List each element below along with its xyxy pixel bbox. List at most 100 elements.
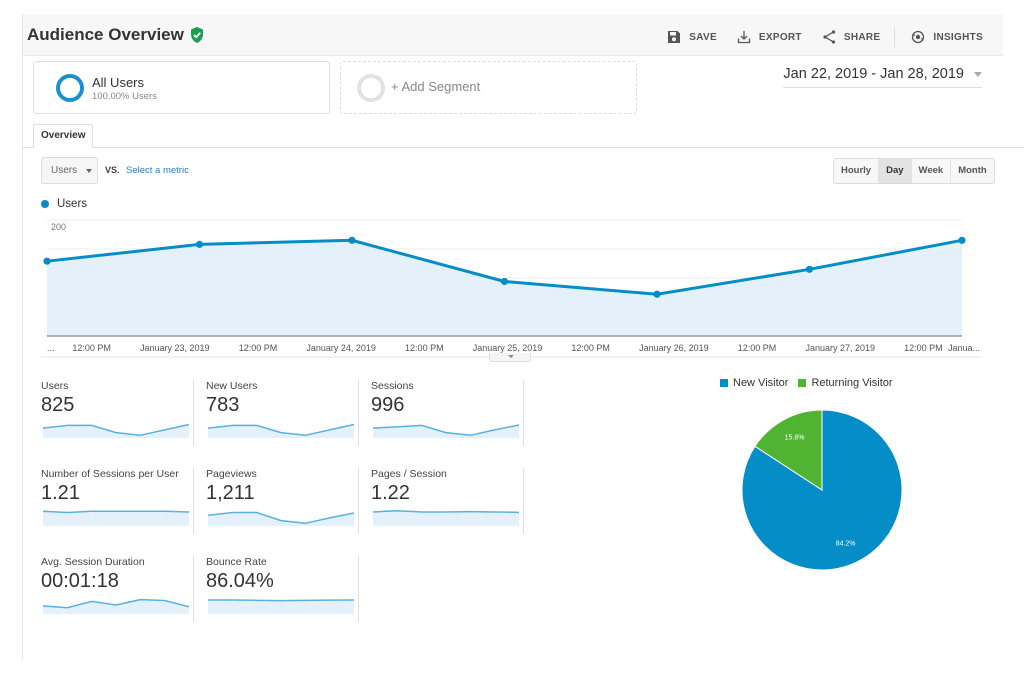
segment-name: All Users: [92, 75, 145, 90]
save-button[interactable]: SAVE: [667, 30, 717, 44]
data-point: [43, 257, 51, 265]
metric-value: 996: [371, 394, 405, 416]
sparkline-area: [43, 511, 189, 526]
week-button[interactable]: Week: [911, 159, 952, 183]
sparkline-area: [208, 424, 354, 438]
sparkline-area: [208, 599, 354, 614]
tile-divider: [523, 468, 524, 534]
x-tick-label: 12:00 PM: [239, 343, 278, 353]
metric-label: Number of Sessions per User: [41, 468, 179, 480]
chart-expand-handle[interactable]: [489, 353, 531, 362]
metric-tile[interactable]: Sessions 996: [353, 380, 519, 462]
hourly-button[interactable]: Hourly: [834, 159, 880, 183]
sparkline-area: [43, 424, 189, 438]
month-button[interactable]: Month: [951, 159, 994, 183]
data-point: [500, 277, 509, 286]
segment-all-users[interactable]: All Users 100.00% Users: [33, 61, 330, 114]
sparkline-area: [373, 510, 519, 526]
select-metric-link[interactable]: Select a metric: [126, 165, 189, 176]
x-tick-label: Janua...: [948, 343, 980, 353]
metric-tile[interactable]: Pages / Session 1.22: [353, 468, 519, 550]
sparkline-area: [208, 512, 354, 526]
x-tick-label: 12:00 PM: [405, 343, 444, 353]
x-tick-label: 12:00 PM: [72, 343, 111, 353]
x-tick-label: 12:00 PM: [738, 343, 777, 353]
metric-tile[interactable]: New Users 783: [188, 380, 354, 462]
empty-segment-ring-icon: [357, 74, 385, 102]
metric-value: 783: [206, 394, 240, 416]
date-range-text: Jan 22, 2019 - Jan 28, 2019: [783, 66, 964, 82]
metric-tile[interactable]: Number of Sessions per User 1.21: [23, 468, 189, 550]
metric-tile[interactable]: Avg. Session Duration 00:01:18: [23, 556, 189, 638]
data-point: [958, 236, 966, 244]
legend-swatch-returning: [798, 379, 807, 387]
data-point: [805, 265, 814, 273]
metric-label: Sessions: [371, 380, 414, 392]
metric-sparkline: [208, 511, 354, 526]
legend-label-new-visitor: New Visitor: [733, 377, 789, 389]
metric-sparkline: [43, 598, 189, 614]
pie-legend-returning-visitor[interactable]: Returning Visitor: [798, 377, 893, 389]
metric-label: Pageviews: [206, 468, 257, 480]
tab-bar-divider: [23, 147, 1024, 148]
visitor-pie-chart: 84.2% 15.8%: [741, 409, 903, 571]
metric-tile[interactable]: Users 825: [23, 380, 189, 462]
metric-sparkline: [43, 423, 189, 438]
x-tick-label: January 23, 2019: [140, 343, 210, 353]
data-point: [195, 240, 204, 248]
pie-legend-new-visitor[interactable]: New Visitor: [720, 377, 788, 389]
day-button[interactable]: Day: [879, 159, 912, 183]
add-segment-button[interactable]: + Add Segment: [340, 61, 637, 114]
x-tick-label: January 27, 2019: [805, 343, 875, 353]
share-icon: [823, 30, 835, 44]
audience-overview-report: Audience Overview SAVE EXPORT SHARE INSI…: [22, 14, 1024, 660]
chevron-down-icon: [974, 71, 982, 77]
metric-value: 825: [41, 394, 75, 416]
tab-overview[interactable]: Overview: [33, 124, 94, 148]
metric-sparkline: [208, 599, 354, 614]
shield-check-icon: [190, 27, 203, 43]
sparkline-line: [208, 599, 354, 602]
metric-label: Bounce Rate: [206, 556, 267, 568]
tile-divider: [358, 556, 359, 622]
metric-sparkline: [43, 510, 189, 526]
pie-legend: New Visitor Returning Visitor: [720, 377, 893, 389]
segment-ring-icon: [56, 74, 84, 102]
x-tick-label: 12:00 PM: [904, 343, 943, 353]
insights-button[interactable]: INSIGHTS: [911, 30, 983, 44]
users-line-chart: 100200...12:00 PMJanuary 23, 201912:00 P…: [41, 219, 982, 358]
x-tick-label: 12:00 PM: [571, 343, 610, 353]
insights-label: INSIGHTS: [933, 31, 983, 43]
metric-label: Pages / Session: [371, 468, 447, 480]
page-title: Audience Overview: [27, 25, 204, 45]
metric-value: 1.21: [41, 482, 80, 504]
toolbar-divider: [894, 27, 896, 47]
metric-value: 1.22: [371, 482, 410, 504]
granularity-toggle: Hourly Day Week Month: [833, 158, 995, 184]
download-icon: [737, 31, 751, 44]
x-tick-label: January 26, 2019: [639, 343, 709, 353]
metric-sparkline: [208, 423, 354, 438]
report-toolbar: SAVE EXPORT SHARE INSIGHTS: [647, 27, 983, 47]
share-button[interactable]: SHARE: [822, 30, 881, 44]
save-label: SAVE: [689, 31, 717, 43]
metric-value: 00:01:18: [41, 570, 119, 592]
metric-dropdown-value: Users: [51, 165, 78, 176]
metric-label: New Users: [206, 380, 258, 392]
date-range-picker[interactable]: Jan 22, 2019 - Jan 28, 2019: [783, 66, 982, 88]
data-point: [653, 290, 661, 298]
x-tick-label: January 24, 2019: [306, 343, 376, 353]
save-icon: [668, 31, 681, 43]
metric-label: Users: [41, 380, 69, 392]
metric-tile[interactable]: Bounce Rate 86.04%: [188, 556, 354, 638]
metric-dropdown[interactable]: Users: [41, 157, 98, 184]
metric-tile[interactable]: Pageviews 1,211: [188, 468, 354, 550]
data-point: [348, 236, 356, 244]
legend-label-users: Users: [57, 198, 88, 210]
x-tick-label: January 25, 2019: [473, 343, 543, 353]
chart-legend: Users: [41, 198, 87, 210]
page-title-text: Audience Overview: [27, 25, 184, 44]
export-button[interactable]: EXPORT: [737, 30, 802, 44]
metric-label: Avg. Session Duration: [41, 556, 145, 568]
insights-icon: [912, 30, 925, 44]
